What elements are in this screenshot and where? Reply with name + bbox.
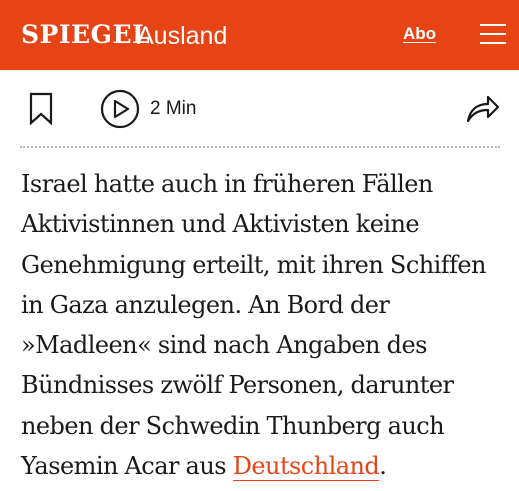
paragraph-line: Aktivistinnen und Aktivisten keine	[21, 210, 420, 239]
paragraph-line: neben der Schwedin Thunberg auch	[21, 411, 445, 440]
article-paragraph: Israel hatte auch in früheren Fällen Akt…	[21, 164, 511, 486]
paragraph-line: in Gaza anzulegen. An Bord der	[21, 290, 390, 319]
paragraph-line-last: Yasemin Acar aus Deutschland.	[21, 446, 511, 486]
site-header: SPIEGEL Ausland Abo	[0, 0, 519, 70]
paragraph-line: »Madleen« sind nach Angaben des	[21, 331, 427, 360]
section-title[interactable]: Ausland	[137, 20, 227, 52]
paragraph-period: .	[379, 452, 387, 481]
bookmark-icon[interactable]	[28, 92, 54, 126]
deutschland-link[interactable]: Deutschland	[232, 452, 380, 482]
article-toolbar: 2 Min	[0, 70, 519, 148]
paragraph-line: Bündnisses zwölf Personen, darunter	[21, 371, 454, 400]
share-icon[interactable]	[466, 94, 500, 124]
hamburger-menu-icon[interactable]	[480, 23, 506, 45]
toolbar-divider	[20, 146, 500, 148]
audio-duration[interactable]: 2 Min	[150, 98, 196, 120]
play-icon[interactable]	[100, 89, 140, 129]
paragraph-line: Israel hatte auch in früheren Fällen	[21, 170, 433, 198]
abo-link[interactable]: Abo	[403, 24, 436, 44]
paragraph-line: Genehmigung erteilt, mit ihren Schiffen	[21, 250, 487, 279]
paragraph-text: Yasemin Acar aus	[21, 452, 233, 481]
spiegel-logo[interactable]: SPIEGEL	[21, 18, 150, 52]
